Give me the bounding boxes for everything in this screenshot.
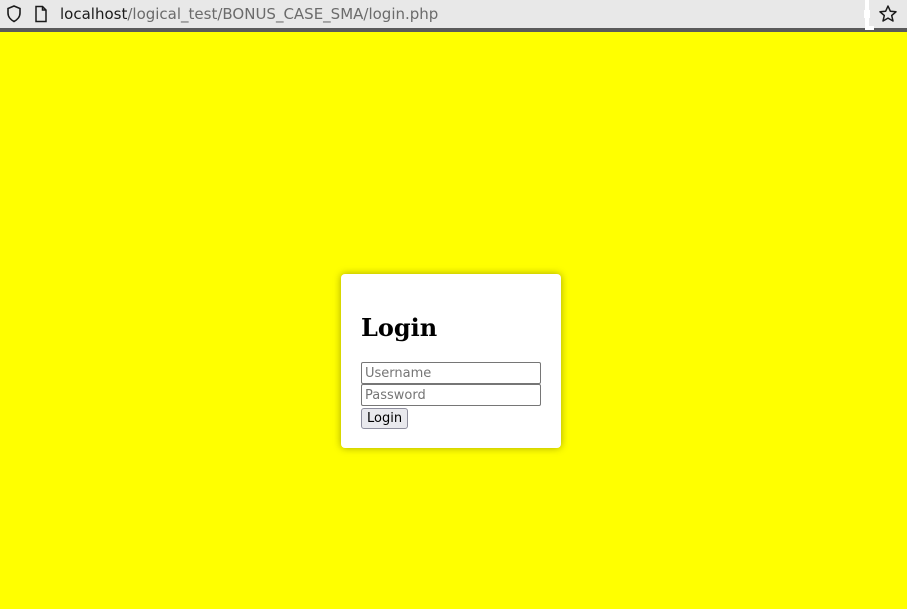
page-viewport: Login Login — [0, 32, 907, 609]
login-card: Login Login — [341, 274, 561, 448]
password-input[interactable] — [361, 384, 541, 406]
url-host: localhost — [60, 5, 128, 23]
shield-icon[interactable] — [6, 5, 22, 23]
address-bar-url[interactable]: localhost/logical_test/BONUS_CASE_SMA/lo… — [60, 4, 438, 24]
page-icon[interactable] — [34, 5, 48, 23]
username-input[interactable] — [361, 362, 541, 384]
url-path: /logical_test/BONUS_CASE_SMA/login.php — [127, 5, 439, 23]
star-icon[interactable] — [878, 4, 898, 24]
login-button[interactable]: Login — [361, 408, 409, 429]
login-title: Login — [361, 313, 438, 342]
browser-toolbar: localhost/logical_test/BONUS_CASE_SMA/lo… — [0, 0, 907, 32]
